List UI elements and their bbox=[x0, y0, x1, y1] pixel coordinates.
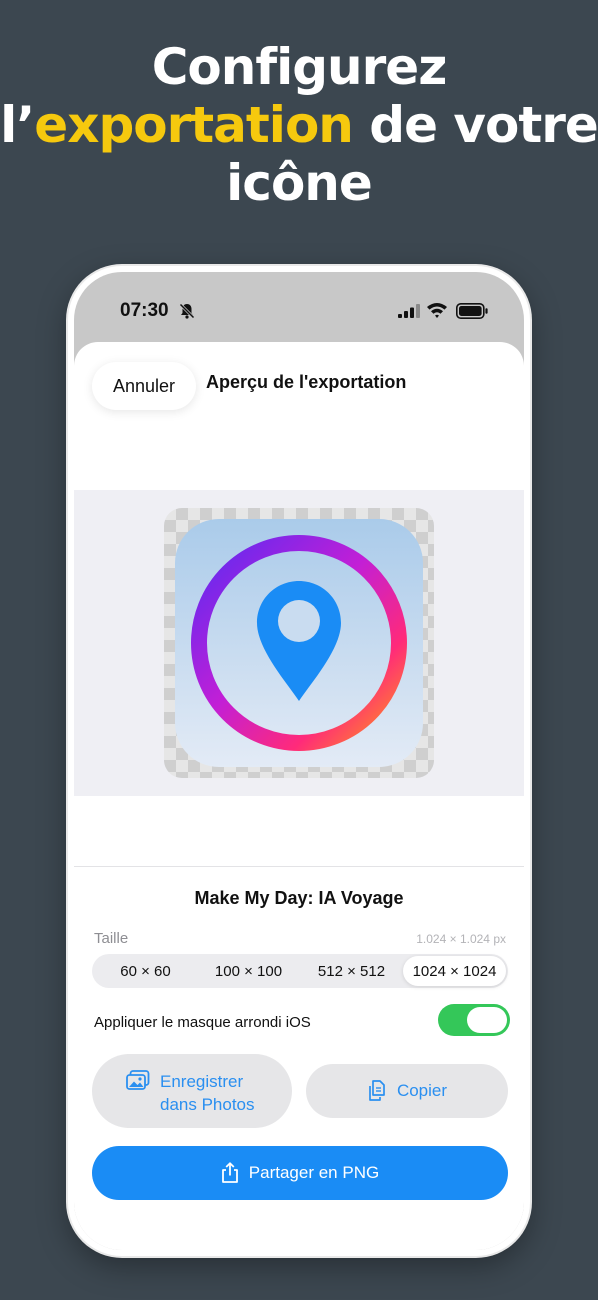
copy-button[interactable]: Copier bbox=[306, 1064, 508, 1118]
size-label: Taille bbox=[94, 930, 129, 947]
headline-line-1: Configurez bbox=[151, 38, 448, 96]
copy-icon bbox=[369, 1080, 385, 1101]
cellular-signal-icon bbox=[398, 304, 420, 318]
size-option-512[interactable]: 512 × 512 bbox=[300, 956, 403, 986]
share-png-label: Partager en PNG bbox=[248, 1163, 380, 1182]
size-option-100[interactable]: 100 × 100 bbox=[197, 956, 300, 986]
status-bar: 07:30 bbox=[74, 272, 524, 342]
sheet-title: Aperçu de l'exportation bbox=[206, 372, 407, 392]
copy-label: Copier bbox=[396, 1081, 448, 1100]
section-divider bbox=[74, 866, 524, 867]
headline-suffix: de votre bbox=[352, 96, 598, 154]
size-option-60[interactable]: 60 × 60 bbox=[94, 956, 197, 986]
headline-prefix: l’ bbox=[0, 96, 35, 154]
cancel-button[interactable]: Annuler bbox=[92, 362, 196, 410]
export-preview-sheet: Annuler Aperçu de l'exportation Make My … bbox=[74, 342, 524, 1250]
photos-icon bbox=[126, 1070, 150, 1090]
headline-highlight: exportation bbox=[34, 96, 354, 154]
size-segmented-control: 60 × 60 100 × 100 512 × 512 1024 × 1024 bbox=[92, 954, 508, 988]
phone-frame: 07:30 Annuler Aperçu de l'exportation Ma… bbox=[68, 266, 530, 1256]
share-png-button[interactable]: Partager en PNG bbox=[92, 1146, 508, 1200]
save-label-line-2: dans Photos bbox=[160, 1095, 255, 1114]
size-readout: 1.024 × 1.024 px bbox=[416, 932, 506, 946]
save-to-photos-button[interactable]: Enregistrer dans Photos bbox=[92, 1054, 292, 1128]
headline-line-3: icône bbox=[226, 154, 373, 212]
wifi-icon bbox=[427, 303, 447, 318]
marketing-headline: Configurez l’exportation de votre icône bbox=[0, 38, 598, 212]
icon-preview-area bbox=[74, 490, 524, 796]
transparency-checkerboard bbox=[164, 508, 434, 778]
status-time: 07:30 bbox=[120, 300, 169, 321]
headline-line-2: l’exportation de votre bbox=[0, 96, 598, 154]
share-icon bbox=[221, 1162, 238, 1183]
save-to-photos-label: Enregistrer dans Photos bbox=[160, 1070, 280, 1116]
save-label-line-1: Enregistrer bbox=[160, 1072, 244, 1091]
mask-toggle-label: Appliquer le masque arrondi iOS bbox=[94, 1014, 311, 1031]
toggle-knob bbox=[467, 1007, 507, 1033]
location-pin-ring-icon bbox=[191, 535, 407, 751]
phone-screen: 07:30 Annuler Aperçu de l'exportation Ma… bbox=[74, 272, 524, 1250]
bell-slash-icon bbox=[179, 303, 195, 319]
app-icon-preview bbox=[175, 519, 423, 767]
size-option-1024[interactable]: 1024 × 1024 bbox=[403, 956, 506, 986]
mask-toggle[interactable] bbox=[438, 1004, 510, 1036]
project-name: Make My Day: IA Voyage bbox=[194, 888, 404, 908]
battery-icon bbox=[456, 303, 488, 319]
